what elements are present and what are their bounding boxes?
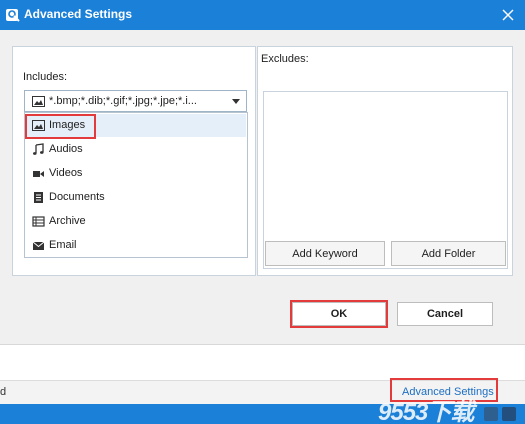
dropdown-item-label: Audios: [49, 143, 83, 155]
video-camera-icon: [33, 171, 44, 177]
add-folder-button[interactable]: Add Folder: [391, 241, 506, 266]
envelope-icon: [32, 241, 45, 250]
facebook-icon: [502, 407, 516, 421]
dropdown-item-archive[interactable]: Archive: [26, 210, 246, 233]
twitter-icon: [484, 407, 498, 421]
excludes-list[interactable]: Add Keyword Add Folder: [263, 91, 508, 269]
includes-label: Includes:: [23, 71, 68, 83]
title-bar: Advanced Settings: [0, 0, 525, 30]
includes-combobox[interactable]: *.bmp;*.dib;*.gif;*.jpg;*.jpe;*.i...: [24, 90, 247, 112]
background-status-text: d: [0, 386, 7, 398]
dropdown-item-label: Archive: [49, 215, 86, 227]
archive-icon: [32, 216, 45, 227]
dropdown-item-label: Email: [49, 239, 77, 251]
dropdown-item-label: Videos: [49, 167, 83, 179]
music-note-icon: [33, 143, 44, 155]
dropdown-item-email[interactable]: Email: [26, 234, 246, 257]
dropdown-item-documents[interactable]: Documents: [26, 186, 246, 209]
background-window-area: [0, 344, 525, 380]
dropdown-item-label: Documents: [49, 191, 105, 203]
chevron-down-icon: [232, 99, 240, 104]
excludes-label: Excludes:: [261, 53, 309, 65]
window-title: Advanced Settings: [24, 7, 133, 21]
image-icon: [32, 95, 45, 107]
app-logo-icon: [6, 9, 20, 22]
document-icon: [34, 192, 43, 203]
close-icon: [502, 9, 514, 21]
dropdown-item-videos[interactable]: Videos: [26, 162, 246, 185]
images-highlight-box: [25, 114, 96, 139]
includes-selected-value: *.bmp;*.dib;*.gif;*.jpg;*.jpe;*.i...: [49, 95, 197, 107]
excludes-panel: Excludes: Add Keyword Add Folder: [257, 46, 513, 276]
watermark-logo: 9553下载: [378, 399, 474, 424]
dropdown-item-audios[interactable]: Audios: [26, 138, 246, 161]
dialog-body: Includes: *.bmp;*.dib;*.gif;*.jpg;*.jpe;…: [0, 30, 525, 344]
close-button[interactable]: [491, 0, 525, 30]
ok-highlight-box: [290, 300, 388, 328]
includes-panel: Includes: *.bmp;*.dib;*.gif;*.jpg;*.jpe;…: [12, 46, 256, 276]
add-keyword-button[interactable]: Add Keyword: [265, 241, 385, 266]
cancel-button[interactable]: Cancel: [397, 302, 493, 326]
